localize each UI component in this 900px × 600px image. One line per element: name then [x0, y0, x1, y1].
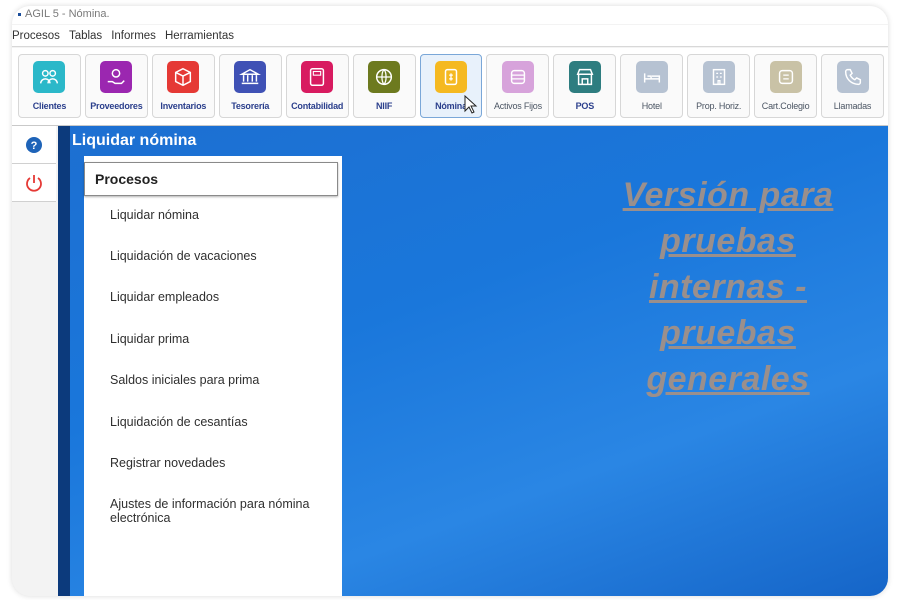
store-icon	[568, 61, 601, 93]
process-item[interactable]: Ajustes de información para nómina elect…	[110, 497, 330, 525]
tool-label: Proveedores	[90, 101, 143, 111]
tool-label: Contabilidad	[291, 101, 344, 111]
process-panel: Procesos Liquidar nómina Liquidación de …	[84, 156, 342, 596]
svg-text:?: ?	[31, 140, 38, 152]
tool-label: NIIF	[375, 101, 393, 111]
tool-label: Nómina	[435, 101, 467, 111]
menu-bar: Procesos Tablas Informes Herramientas	[12, 25, 888, 47]
users-icon	[33, 61, 66, 93]
tool-label: Cart.Colegio	[761, 101, 810, 111]
menu-tablas[interactable]: Tablas	[69, 30, 102, 42]
tool-llamadas[interactable]: Llamadas	[821, 54, 884, 118]
process-item[interactable]: Saldos iniciales para prima	[110, 373, 330, 387]
bank-icon	[234, 61, 267, 93]
school-icon	[769, 61, 802, 93]
exit-button[interactable]	[12, 164, 56, 202]
process-item[interactable]: Registrar novedades	[110, 456, 330, 470]
process-item[interactable]: Liquidar empleados	[110, 290, 330, 304]
panel-stripe	[58, 126, 70, 596]
tool-contabilidad[interactable]: Contabilidad	[285, 54, 349, 118]
tool-label: Llamadas	[833, 101, 872, 111]
calculator-icon	[301, 61, 334, 93]
menu-procesos[interactable]: Procesos	[12, 30, 60, 42]
process-header: Procesos	[84, 162, 338, 196]
payroll-icon	[434, 61, 467, 93]
watermark-line: generales	[646, 360, 810, 398]
watermark-line: pruebas	[660, 222, 796, 260]
tool-label: Activos Fijos	[493, 101, 542, 111]
side-bar: ?	[12, 126, 58, 596]
tool-label: Inventarios	[160, 101, 207, 111]
tool-cart-colegio[interactable]: Cart.Colegio	[754, 54, 818, 118]
building-icon	[702, 61, 735, 93]
hand-coin-icon	[100, 61, 133, 93]
panel-title: Liquidar nómina	[72, 132, 197, 149]
help-icon: ?	[26, 136, 42, 153]
test-version-watermark: Versión para pruebas internas - pruebas …	[578, 172, 878, 402]
mouse-cursor-icon	[464, 95, 478, 114]
process-item[interactable]: Liquidación de vacaciones	[110, 249, 330, 263]
tool-pos[interactable]: POS	[553, 54, 617, 118]
bed-icon	[635, 61, 668, 93]
app-icon	[18, 12, 21, 16]
help-button[interactable]: ?	[12, 126, 56, 164]
screen: AGIL 5 - Nómina. Procesos Tablas Informe…	[0, 0, 900, 600]
process-item[interactable]: Liquidar prima	[110, 332, 330, 346]
module-toolbar: Clientes Proveedores Inventarios Tesorer…	[12, 48, 888, 126]
tool-niif[interactable]: NIIF	[352, 54, 416, 118]
process-item[interactable]: Liquidar nómina	[110, 208, 330, 222]
menu-informes[interactable]: Informes	[111, 30, 156, 42]
power-icon	[26, 174, 42, 192]
main-area: Liquidar nómina Procesos Liquidar nómina…	[58, 126, 888, 596]
title-bar: AGIL 5 - Nómina.	[12, 6, 888, 24]
app-window: AGIL 5 - Nómina. Procesos Tablas Informe…	[12, 6, 888, 596]
box-icon	[167, 61, 200, 93]
phone-icon	[836, 61, 869, 93]
tool-clientes[interactable]: Clientes	[18, 54, 81, 118]
window-title: AGIL 5 - Nómina.	[25, 8, 110, 20]
tool-prop-horiz[interactable]: Prop. Horiz.	[687, 54, 751, 118]
tool-inventarios[interactable]: Inventarios	[151, 54, 215, 118]
tool-label: Hotel	[641, 101, 662, 111]
process-item[interactable]: Liquidación de cesantías	[110, 415, 330, 429]
watermark-line: Versión para	[622, 176, 834, 214]
assets-icon	[501, 61, 534, 93]
tool-tesoreria[interactable]: Tesorería	[218, 54, 282, 118]
watermark-line: pruebas	[660, 314, 796, 352]
menu-herramientas[interactable]: Herramientas	[165, 30, 234, 42]
tool-label: Tesorería	[231, 101, 270, 111]
tool-proveedores[interactable]: Proveedores	[84, 54, 148, 118]
tool-label: Clientes	[32, 101, 67, 111]
tool-label: POS	[575, 101, 595, 111]
tool-hotel[interactable]: Hotel	[620, 54, 684, 118]
watermark-line: internas -	[648, 268, 808, 306]
globe-icon	[368, 61, 401, 93]
tool-label: Prop. Horiz.	[696, 101, 742, 111]
tool-activos-fijos[interactable]: Activos Fijos	[486, 54, 550, 118]
